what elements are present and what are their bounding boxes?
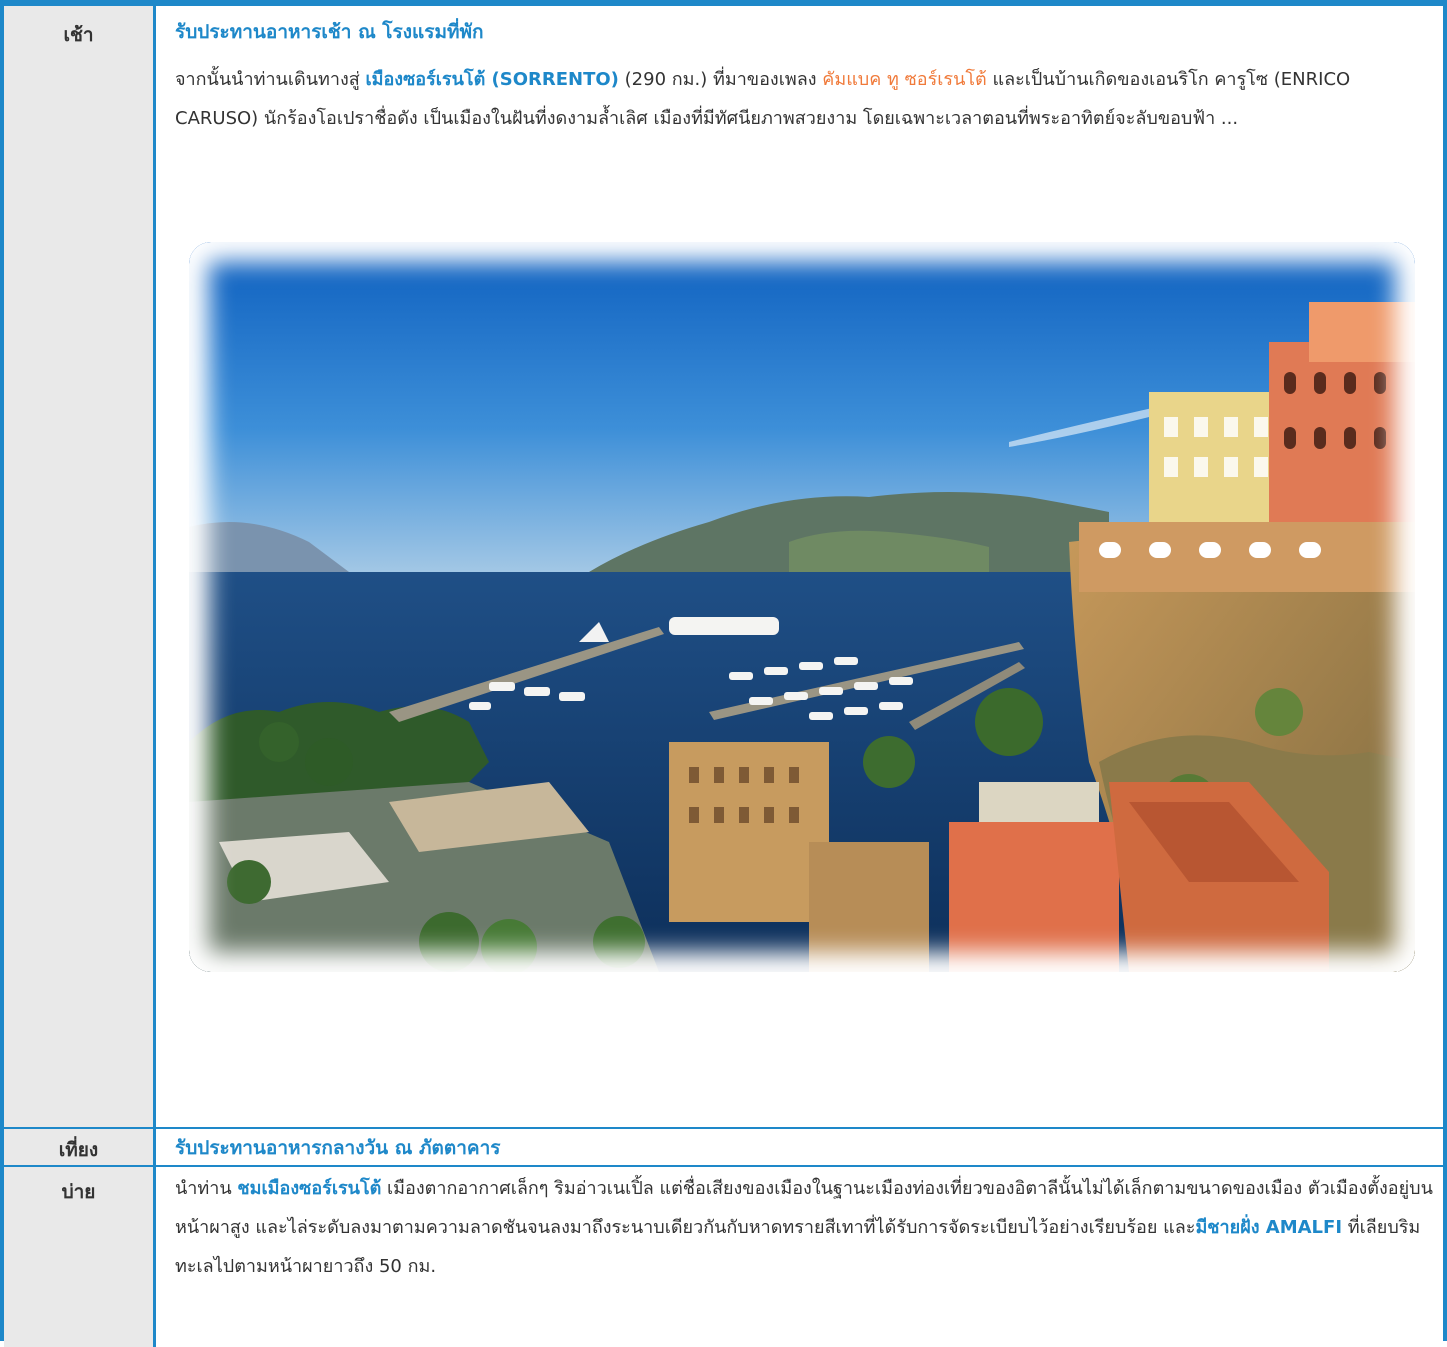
time-label-noon: เที่ยง <box>4 1129 156 1165</box>
breakfast-heading: รับประทานอาหารเช้า ณ โรงแรมที่พัก <box>175 21 484 43</box>
itinerary-row-noon: เที่ยง รับประทานอาหารกลางวัน ณ ภัตตาคาร <box>4 1127 1443 1167</box>
itinerary-row-afternoon: บ่าย นำท่าน ชมเมืองซอร์เรนโต้ เมืองตากอา… <box>4 1167 1443 1347</box>
song-title-highlight: คัมแบค ทู ซอร์เรนโต้ <box>822 69 987 90</box>
intro-text-1: จากนั้นนำท่านเดินทางสู่ <box>175 69 366 90</box>
amalfi-highlight: มีชายฝั่ง AMALFI <box>1195 1217 1343 1238</box>
time-label-morning: เช้า <box>4 6 156 1127</box>
time-label-afternoon: บ่าย <box>4 1167 156 1347</box>
itinerary-row-morning: เช้า รับประทานอาหารเช้า ณ โรงแรมที่พัก จ… <box>4 6 1443 1127</box>
city-tour-highlight: ชมเมืองซอร์เรนโต้ <box>237 1178 382 1199</box>
itinerary-table: เช้า รับประทานอาหารเช้า ณ โรงแรมที่พัก จ… <box>0 0 1447 1347</box>
intro-text-2: (290 กม.) ที่มาของเพลง <box>618 69 823 90</box>
sorrento-intro-paragraph: จากนั้นนำท่านเดินทางสู่ เมืองซอร์เรนโต้ … <box>175 60 1443 138</box>
lunch-heading: รับประทานอาหารกลางวัน ณ ภัตตาคาร <box>175 1137 501 1159</box>
content-cell-noon: รับประทานอาหารกลางวัน ณ ภัตตาคาร <box>159 1129 1443 1165</box>
content-cell-morning: รับประทานอาหารเช้า ณ โรงแรมที่พัก จากนั้… <box>159 6 1443 1127</box>
sorrento-city-highlight: เมืองซอร์เรนโต้ (SORRENTO) <box>365 69 619 90</box>
content-cell-afternoon: นำท่าน ชมเมืองซอร์เรนโต้ เมืองตากอากาศเล… <box>159 1167 1443 1347</box>
tour-text-1: นำท่าน <box>175 1178 238 1199</box>
sorrento-tour-paragraph: นำท่าน ชมเมืองซอร์เรนโต้ เมืองตากอากาศเล… <box>175 1169 1443 1286</box>
photo-illustration <box>189 242 1415 972</box>
sorrento-harbor-photo <box>189 242 1415 972</box>
